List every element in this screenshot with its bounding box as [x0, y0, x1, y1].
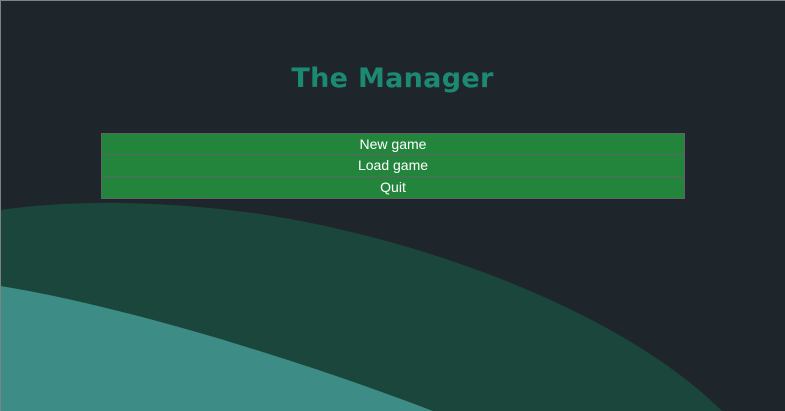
- main-menu: New game Load game Quit: [101, 133, 685, 199]
- new-game-button[interactable]: New game: [101, 133, 685, 155]
- load-game-button[interactable]: Load game: [101, 155, 685, 177]
- game-title: The Manager: [291, 63, 494, 94]
- background-waves: [0, 202, 722, 411]
- quit-button[interactable]: Quit: [101, 177, 685, 199]
